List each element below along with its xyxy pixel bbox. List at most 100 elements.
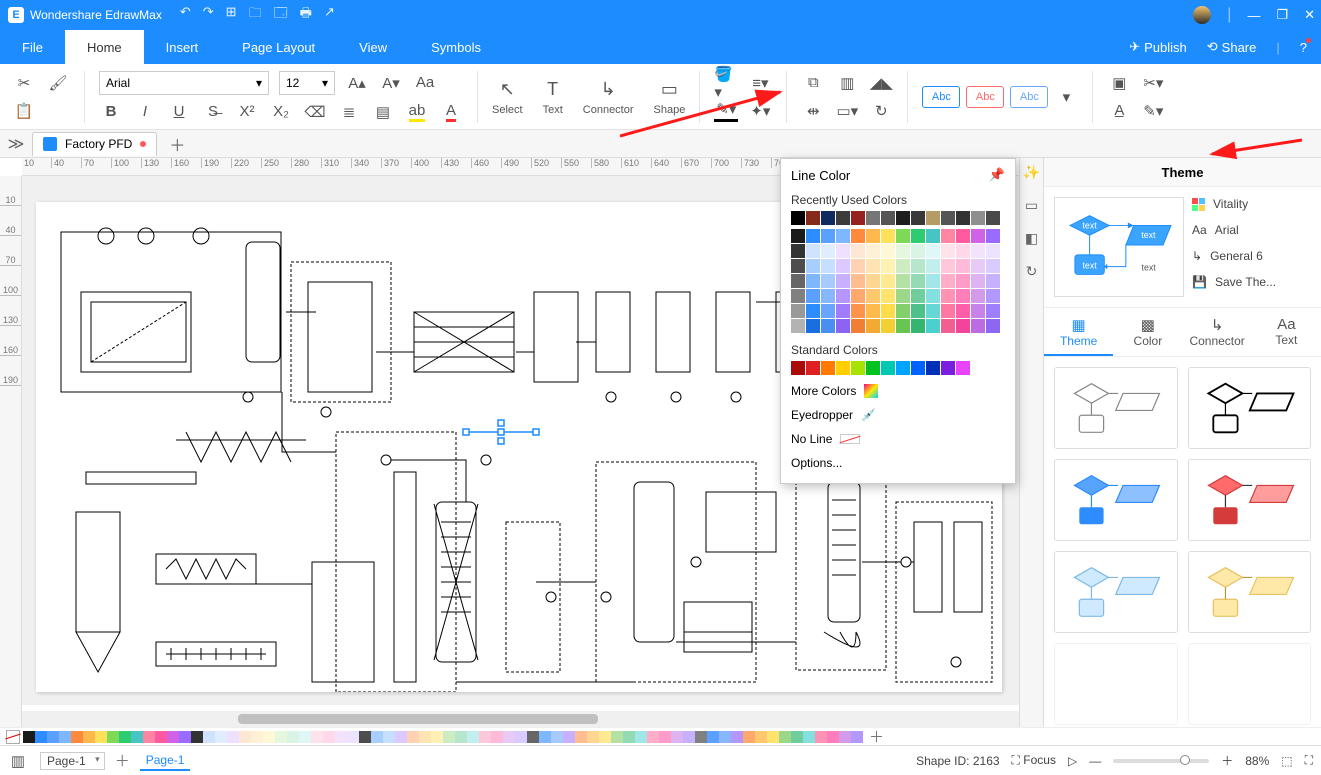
text-tool[interactable]: TText [543,78,563,116]
strip-swatch[interactable] [551,731,563,743]
strip-swatch[interactable] [347,731,359,743]
color-swatch[interactable] [866,229,880,243]
no-line[interactable]: No Line [781,427,1015,451]
color-swatch[interactable] [896,229,910,243]
select-tool[interactable]: ↖Select [492,78,523,116]
effects-icon[interactable]: ✦▾ [748,100,772,122]
share-button[interactable]: ⟲ Share [1207,39,1257,55]
strikethrough-icon[interactable]: S̶ [201,101,225,123]
strip-swatch[interactable] [95,731,107,743]
theme-card[interactable] [1054,459,1178,541]
color-swatch[interactable] [971,319,985,333]
color-swatch[interactable] [791,274,805,288]
color-swatch[interactable] [866,289,880,303]
pin-icon[interactable]: 📌 [989,167,1005,183]
grow-font-icon[interactable]: A▴ [345,72,369,94]
focus-mode[interactable]: ⛶ Focus [1012,753,1056,768]
strip-swatch[interactable] [71,731,83,743]
color-swatch[interactable] [791,304,805,318]
color-swatch[interactable] [956,274,970,288]
color-swatch[interactable] [956,289,970,303]
color-swatch[interactable] [881,319,895,333]
strip-swatch[interactable] [275,731,287,743]
fullscreen-icon[interactable]: ⛶ [1305,753,1313,768]
color-swatch[interactable] [926,361,940,375]
zoom-out-icon[interactable]: — [1089,754,1101,768]
side-tab-format-icon[interactable]: ▭ [1025,197,1038,214]
color-swatch[interactable] [806,259,820,273]
color-swatch[interactable] [956,244,970,258]
clear-format-icon[interactable]: ⌫ [303,101,327,123]
add-document-tab[interactable]: ＋ [163,132,191,156]
strip-swatch[interactable] [755,731,767,743]
strip-swatch[interactable] [467,731,479,743]
export-icon[interactable]: ↗ [324,4,335,26]
expand-symbols-icon[interactable]: ≫ [6,134,26,154]
theme-card[interactable] [1054,367,1178,449]
strip-swatch[interactable] [179,731,191,743]
color-swatch[interactable] [956,259,970,273]
color-swatch[interactable] [821,319,835,333]
color-swatch[interactable] [926,259,940,273]
strip-swatch[interactable] [203,731,215,743]
color-swatch[interactable] [806,274,820,288]
color-swatch[interactable] [941,289,955,303]
redo-icon[interactable]: ↷ [203,4,214,26]
strip-swatch[interactable] [251,731,263,743]
color-swatch[interactable] [821,211,835,225]
side-tab-layers-icon[interactable]: ◧ [1025,230,1038,247]
strip-swatch[interactable] [299,731,311,743]
add-page-icon[interactable]: ＋ [115,750,130,771]
strip-swatch[interactable] [407,731,419,743]
send-back-icon[interactable]: A̲ [1107,100,1131,122]
color-swatch[interactable] [851,319,865,333]
presentation-icon[interactable]: ▷ [1068,754,1077,768]
color-swatch[interactable] [896,211,910,225]
strip-swatch[interactable] [395,731,407,743]
font-family-combo[interactable]: Arial▾ [99,71,269,95]
connector-tool[interactable]: ↳Connector [583,78,634,116]
color-swatch[interactable] [971,229,985,243]
strip-swatch[interactable] [707,731,719,743]
strip-swatch[interactable] [143,731,155,743]
color-swatch[interactable] [896,274,910,288]
open-icon[interactable]: 🗀 [249,4,262,26]
options[interactable]: Options... [781,451,1015,475]
cut-icon[interactable]: ✂ [12,72,36,94]
strip-swatch[interactable] [623,731,635,743]
strip-swatch[interactable] [635,731,647,743]
menu-view[interactable]: View [337,30,409,64]
color-swatch[interactable] [851,274,865,288]
shape-style-1[interactable]: Abc [922,86,960,108]
strip-swatch[interactable] [83,731,95,743]
fill-color-icon[interactable]: 🪣▾ [714,72,738,94]
theme-font[interactable]: AaArial [1192,223,1276,237]
publish-button[interactable]: ✈ Publish [1129,39,1187,55]
zoom-in-icon[interactable]: ＋ [1221,752,1233,769]
color-swatch[interactable] [986,211,1000,225]
page-selector[interactable]: Page-1 [40,752,105,770]
theme-card[interactable] [1188,459,1312,541]
color-swatch[interactable] [986,319,1000,333]
strip-swatch[interactable] [515,731,527,743]
theme-card[interactable] [1054,643,1178,725]
print-icon[interactable]: 🖶 [300,4,312,26]
color-swatch[interactable] [881,229,895,243]
color-swatch[interactable] [926,211,940,225]
user-avatar[interactable] [1193,6,1211,24]
color-swatch[interactable] [941,361,955,375]
color-swatch[interactable] [986,274,1000,288]
group-icon[interactable]: ⧉ [801,72,825,94]
theme-vitality[interactable]: Vitality [1192,197,1276,211]
undo-icon[interactable]: ↶ [180,4,191,26]
color-swatch[interactable] [866,244,880,258]
strip-swatch[interactable] [383,731,395,743]
document-tab[interactable]: Factory PFD [32,132,157,156]
strip-swatch[interactable] [311,731,323,743]
color-swatch[interactable] [866,259,880,273]
color-swatch[interactable] [911,361,925,375]
color-swatch[interactable] [926,304,940,318]
side-tab-ai-icon[interactable]: ✨ [1023,164,1040,181]
shrink-font-icon[interactable]: A▾ [379,72,403,94]
color-swatch[interactable] [941,229,955,243]
